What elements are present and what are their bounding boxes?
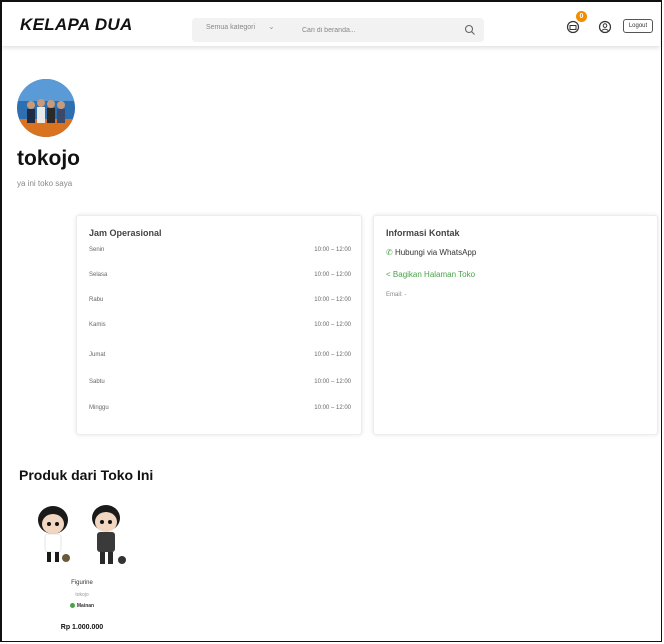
hours-time: 10:00 – 12:00 [314, 297, 351, 303]
product-image[interactable] [28, 500, 136, 572]
category-dot-icon [69, 603, 75, 609]
operating-hours-card: Jam Operasional Senin 10:00 – 12:00 Sela… [76, 215, 362, 435]
contact-info-card: Informasi Kontak ✆ Hubungi via WhatsApp … [373, 215, 658, 435]
contact-title: Informasi Kontak [386, 228, 460, 238]
hours-day: Jumat [89, 352, 106, 358]
top-navbar: KELAPA DUA Semua kategori ⌄ 0 Logout [2, 2, 660, 46]
hours-day: Rabu [89, 297, 104, 303]
logout-button[interactable]: Logout [623, 19, 653, 33]
search-icon[interactable] [464, 23, 476, 41]
email-text: Email: - [386, 292, 407, 298]
search-bar: Semua kategori ⌄ [192, 18, 484, 42]
share-store-link[interactable]: < Bagikan Halaman Toko [386, 270, 475, 279]
brand-logo[interactable]: KELAPA DUA [20, 15, 133, 35]
hours-row: Jumat 10:00 – 12:00 [89, 349, 351, 363]
category-select[interactable]: Semua kategori [206, 24, 255, 31]
share-icon: < [386, 270, 391, 279]
whatsapp-label: Hubungi via WhatsApp [394, 248, 477, 257]
hours-time: 10:00 – 12:00 [314, 379, 351, 385]
hours-day: Selasa [89, 272, 108, 278]
cart-icon[interactable] [566, 20, 580, 39]
hours-row: Sabtu 10:00 – 12:00 [89, 376, 351, 390]
whatsapp-icon: ✆ [386, 248, 393, 257]
hours-row: Kamis 10:00 – 12:00 [89, 319, 351, 333]
cart-badge: 0 [576, 11, 587, 22]
store-name: tokojo [17, 147, 80, 170]
product-category: Mainan [28, 603, 136, 609]
hours-time: 10:00 – 12:00 [314, 322, 351, 328]
product-name[interactable]: Figurine [28, 580, 136, 586]
user-icon[interactable] [598, 20, 612, 39]
hours-row: Senin 10:00 – 12:00 [89, 244, 351, 258]
hours-time: 10:00 – 12:00 [314, 405, 351, 411]
hours-time: 10:00 – 12:00 [314, 247, 351, 253]
products-section-title: Produk dari Toko Ini [19, 467, 154, 483]
store-avatar [17, 79, 75, 137]
chevron-down-icon[interactable]: ⌄ [268, 22, 275, 31]
product-category-label: Mainan [76, 603, 95, 609]
search-input[interactable] [302, 23, 442, 37]
whatsapp-link[interactable]: ✆ Hubungi via WhatsApp [386, 248, 476, 257]
hours-row: Selasa 10:00 – 12:00 [89, 269, 351, 283]
hours-time: 10:00 – 12:00 [314, 272, 351, 278]
hours-row: Minggu 10:00 – 12:00 [89, 402, 351, 416]
hours-day: Sabtu [89, 379, 105, 385]
store-description: ya ini toko saya [17, 179, 73, 188]
hours-day: Kamis [89, 322, 106, 328]
share-label: Bagikan Halaman Toko [392, 270, 476, 279]
hours-time: 10:00 – 12:00 [314, 352, 351, 358]
hours-day: Senin [89, 247, 105, 253]
product-price: Rp 1.000.000 [60, 624, 104, 631]
hours-title: Jam Operasional [89, 228, 162, 238]
hours-row: Rabu 10:00 – 12:00 [89, 294, 351, 308]
hours-day: Minggu [89, 405, 109, 411]
product-store: tokojo [75, 592, 89, 598]
